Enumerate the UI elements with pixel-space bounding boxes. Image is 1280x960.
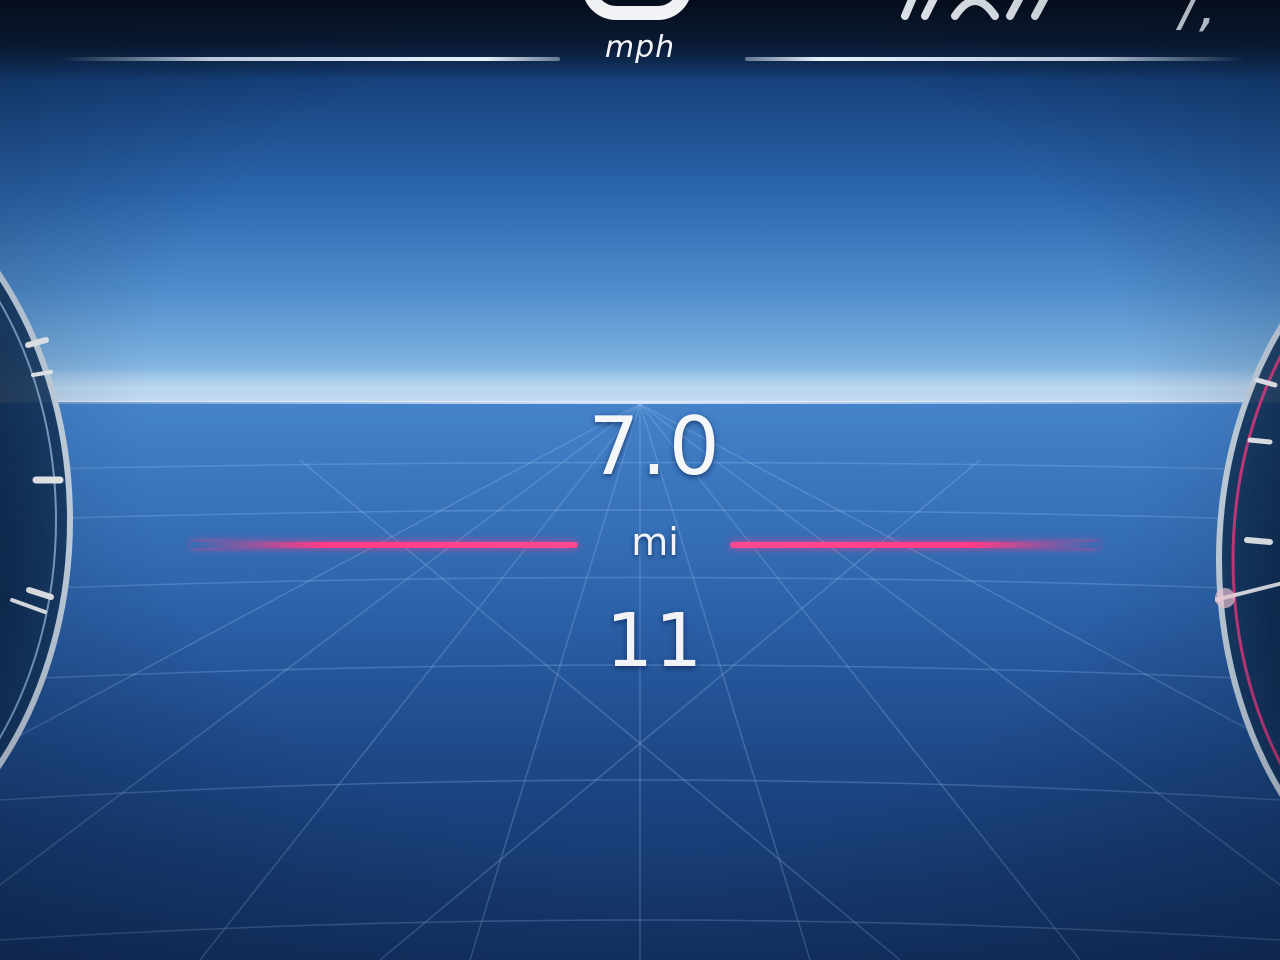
left-gauge [0,270,73,770]
top-rule-right [745,57,1245,61]
top-rule-left [60,57,560,61]
driving-assist-icon [901,0,1049,20]
trip-distance-unit: mi [631,520,679,564]
accent-line-right [730,542,1100,548]
trip-distance-value: 7.0 [588,400,722,493]
instrument-cluster: mph /, 7.0 mi 11 [0,0,1280,960]
accent-line-left [190,542,578,548]
trip-secondary-value: 11 [605,598,705,684]
top-right-value-fragment: /, [1180,0,1217,39]
speed-unit: mph [604,30,676,65]
right-gauge [1215,323,1280,797]
